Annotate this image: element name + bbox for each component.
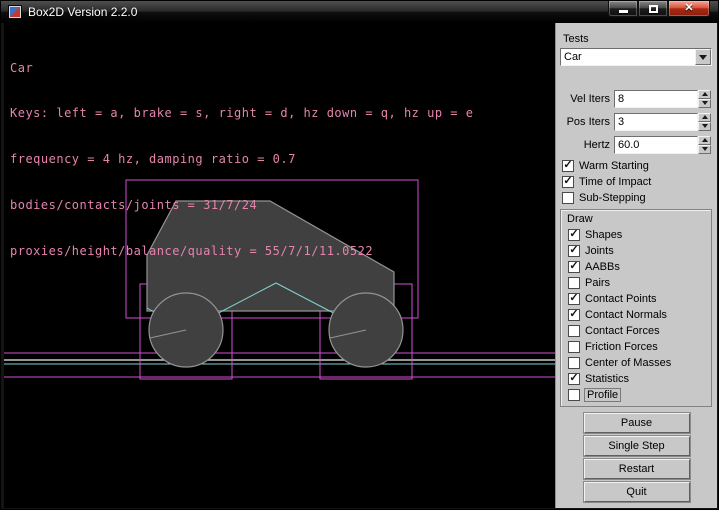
checkbox-warm-starting[interactable]: Warm Starting <box>562 158 713 174</box>
overlay-counts: bodies/contacts/joints = 31/7/24 <box>10 198 473 213</box>
hertz-label: Hertz <box>560 139 614 151</box>
quit-button[interactable]: Quit <box>584 482 690 502</box>
arrow-down-icon <box>702 147 708 151</box>
checkbox-icon <box>568 373 580 385</box>
hertz-down-button[interactable] <box>698 145 711 154</box>
checkbox-contact-forces[interactable]: Contact Forces <box>568 323 709 339</box>
checkbox-friction-forces[interactable]: Friction Forces <box>568 339 709 355</box>
tests-dropdown[interactable]: Car <box>560 48 712 66</box>
checkbox-icon <box>568 341 580 353</box>
pos-iters-down-button[interactable] <box>698 122 711 131</box>
checkbox-icon <box>562 176 574 188</box>
solver-toggles: Warm Starting Time of Impact Sub-Steppin… <box>560 158 713 206</box>
checkbox-joints[interactable]: Joints <box>568 243 709 259</box>
checkbox-icon <box>562 160 574 172</box>
chevron-down-icon <box>699 55 707 60</box>
vel-iters-row: Vel Iters <box>560 89 713 108</box>
client-area: Car Keys: left = a, brake = s, right = d… <box>4 23 715 506</box>
restart-button[interactable]: Restart <box>584 459 690 479</box>
checkbox-sub-stepping[interactable]: Sub-Stepping <box>562 190 713 206</box>
vel-iters-stepper <box>698 90 711 108</box>
checkbox-icon <box>568 309 580 321</box>
pos-iters-up-button[interactable] <box>698 113 711 122</box>
checkbox-pairs[interactable]: Pairs <box>568 275 709 291</box>
hertz-input[interactable] <box>614 136 698 154</box>
checkbox-icon <box>568 389 580 401</box>
checkbox-profile[interactable]: Profile <box>568 387 709 403</box>
checkbox-icon <box>568 357 580 369</box>
app-icon <box>8 5 22 19</box>
overlay-frequency: frequency = 4 hz, damping ratio = 0.7 <box>10 152 473 167</box>
tests-label: Tests <box>563 33 713 45</box>
arrow-up-icon <box>702 92 708 96</box>
checkbox-shapes[interactable]: Shapes <box>568 227 709 243</box>
overlay-keys: Keys: left = a, brake = s, right = d, hz… <box>10 106 473 121</box>
vel-iters-down-button[interactable] <box>698 99 711 108</box>
vel-iters-input[interactable] <box>614 90 698 108</box>
maximize-button[interactable] <box>638 1 668 17</box>
vel-iters-up-button[interactable] <box>698 90 711 99</box>
single-step-button[interactable]: Single Step <box>584 436 690 456</box>
arrow-down-icon <box>702 124 708 128</box>
tests-dropdown-value: Car <box>561 49 695 65</box>
checkbox-time-of-impact[interactable]: Time of Impact <box>562 174 713 190</box>
checkbox-icon <box>568 293 580 305</box>
minimize-button[interactable] <box>608 1 638 17</box>
action-buttons: Pause Single Step Restart Quit <box>560 413 713 505</box>
pause-button[interactable]: Pause <box>584 413 690 433</box>
hertz-stepper <box>698 136 711 154</box>
checkbox-contact-normals[interactable]: Contact Normals <box>568 307 709 323</box>
stats-overlay: Car Keys: left = a, brake = s, right = d… <box>10 30 473 290</box>
app-window: Box2D Version 2.2.0 ✕ <box>0 0 719 510</box>
pos-iters-label: Pos Iters <box>560 116 614 128</box>
hertz-row: Hertz <box>560 135 713 154</box>
pos-iters-stepper <box>698 113 711 131</box>
close-button[interactable]: ✕ <box>668 1 710 17</box>
overlay-tree-stats: proxies/height/balance/quality = 55/7/1/… <box>10 244 473 259</box>
vel-iters-label: Vel Iters <box>560 93 614 105</box>
window-title: Box2D Version 2.2.0 <box>28 5 137 19</box>
checkbox-icon <box>568 277 580 289</box>
checkbox-icon <box>568 245 580 257</box>
pos-iters-row: Pos Iters <box>560 112 713 131</box>
close-icon: ✕ <box>684 3 693 14</box>
arrow-down-icon <box>702 101 708 105</box>
iteration-spinners: Vel Iters Pos Iters Hertz <box>560 89 713 154</box>
arrow-up-icon <box>702 138 708 142</box>
minimize-icon <box>619 10 628 13</box>
control-panel: Tests Car Vel Iters Pos Iters <box>555 23 717 508</box>
checkbox-icon <box>568 229 580 241</box>
titlebar[interactable]: Box2D Version 2.2.0 ✕ <box>1 1 718 23</box>
hertz-up-button[interactable] <box>698 136 711 145</box>
tests-dropdown-button[interactable] <box>695 49 711 65</box>
checkbox-center-of-masses[interactable]: Center of Masses <box>568 355 709 371</box>
draw-group-label: Draw <box>567 213 709 225</box>
maximize-icon <box>649 5 658 13</box>
checkbox-aabbs[interactable]: AABBs <box>568 259 709 275</box>
pos-iters-input[interactable] <box>614 113 698 131</box>
draw-group: Draw Shapes Joints AABBs Pairs <box>560 209 712 407</box>
checkbox-contact-points[interactable]: Contact Points <box>568 291 709 307</box>
checkbox-icon <box>568 261 580 273</box>
checkbox-icon <box>568 325 580 337</box>
arrow-up-icon <box>702 115 708 119</box>
checkbox-statistics[interactable]: Statistics <box>568 371 709 387</box>
checkbox-icon <box>562 192 574 204</box>
window-controls: ✕ <box>608 1 710 17</box>
simulation-canvas[interactable]: Car Keys: left = a, brake = s, right = d… <box>4 23 555 508</box>
overlay-test-title: Car <box>10 61 473 76</box>
